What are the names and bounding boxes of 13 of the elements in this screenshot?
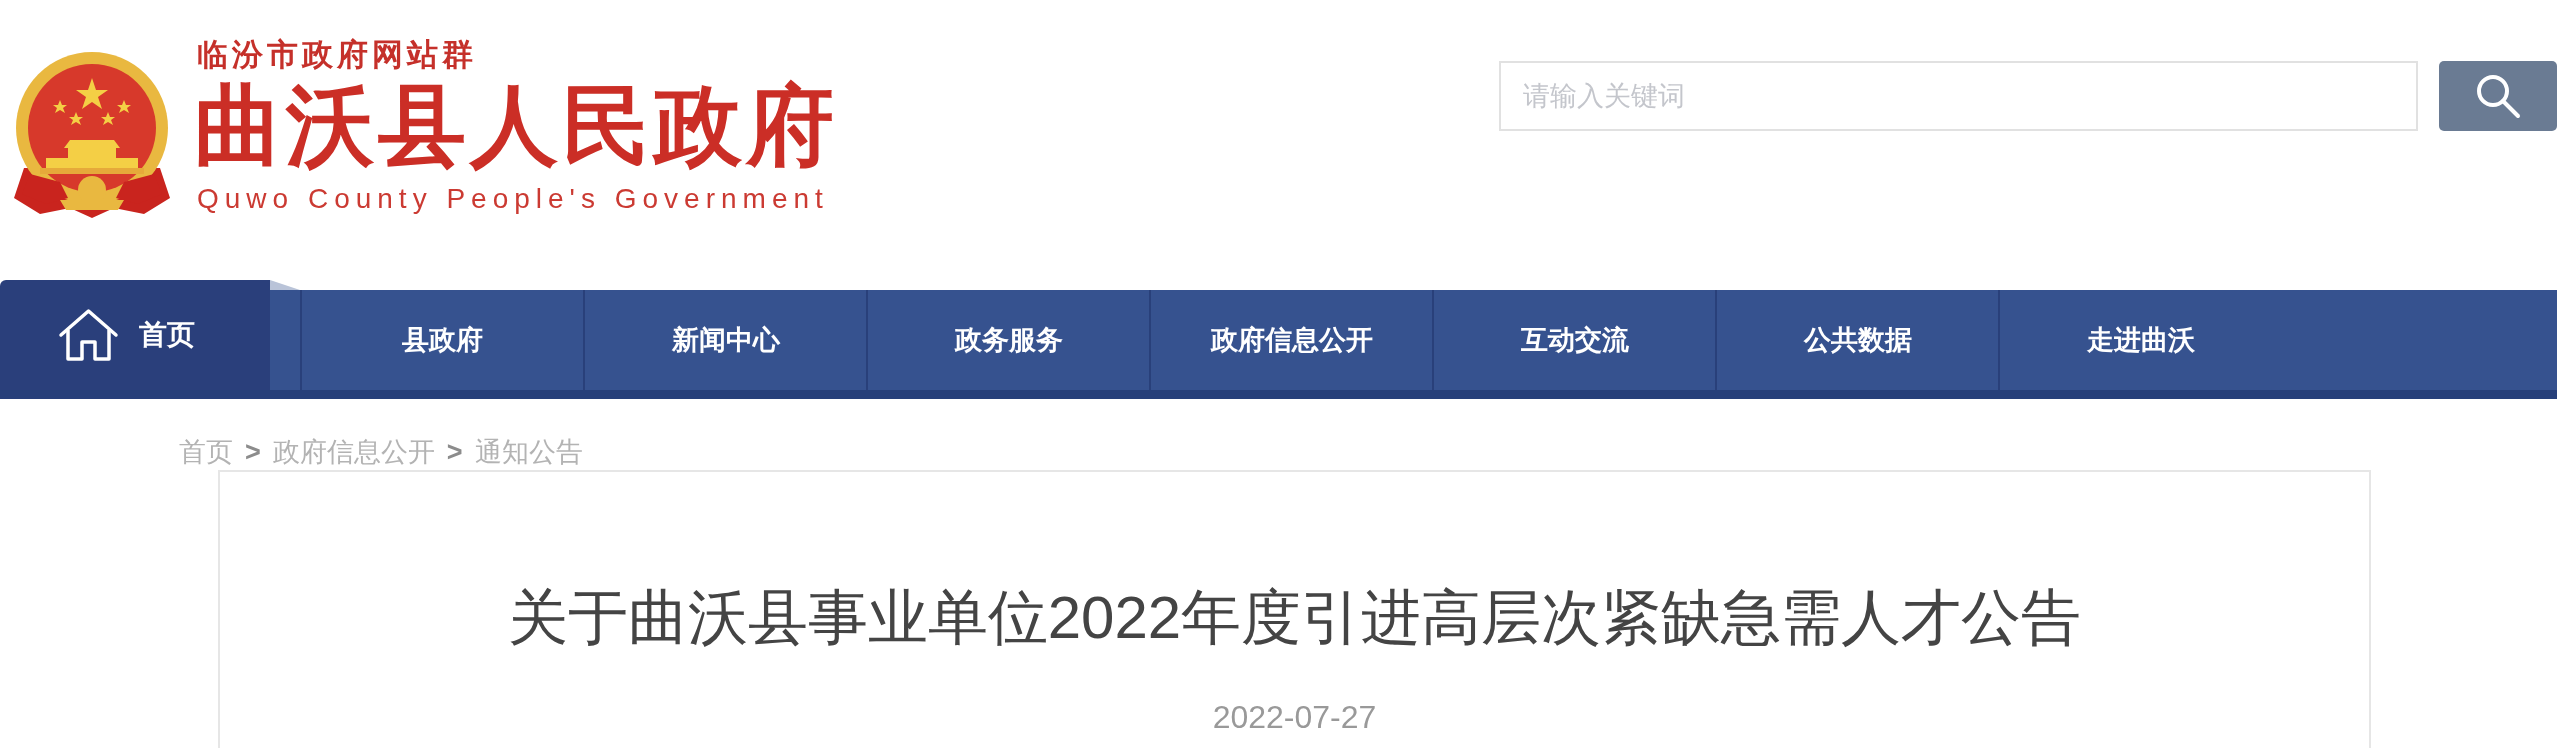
site-title: 曲沃县人民政府 (194, 77, 838, 177)
search-button[interactable] (2439, 61, 2557, 131)
search-field[interactable]: 请输入关键词 (1499, 61, 2418, 131)
site-title-english: Quwo County People's Government (196, 183, 830, 215)
breadcrumb-separator: > (245, 436, 261, 468)
search-icon (2475, 73, 2521, 119)
article-title: 关于曲沃县事业单位2022年度引进高层次紧缺急需人才公告 (507, 583, 2082, 653)
home-icon (58, 308, 119, 362)
breadcrumb-separator: > (446, 436, 463, 468)
home-tab[interactable]: 首页 (0, 280, 270, 390)
site-group-label: 临汾市政府网站群 (196, 39, 478, 71)
tab-corner-drawing (270, 280, 300, 290)
article-date: 2022-07-27 (1212, 698, 1377, 737)
